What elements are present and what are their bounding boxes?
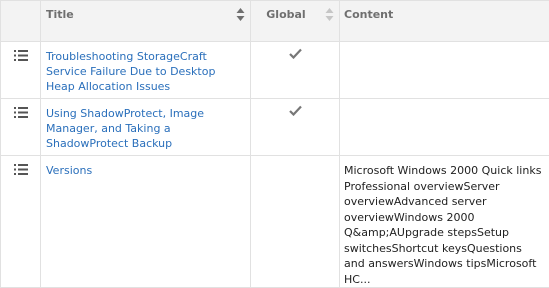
list-icon[interactable] xyxy=(14,107,28,118)
title-cell: Versions xyxy=(41,156,251,288)
checkmark-icon xyxy=(289,48,302,59)
article-title-link[interactable]: Troubleshooting StorageCraft Service Fai… xyxy=(41,42,250,94)
content-text: Microsoft Windows 2000 Quick links Profe… xyxy=(340,156,549,287)
row-handle-cell[interactable] xyxy=(1,156,41,288)
handle-column-header xyxy=(1,1,41,42)
row-handle-cell[interactable] xyxy=(1,99,41,156)
global-cell xyxy=(251,42,340,99)
article-title-link[interactable]: Versions xyxy=(41,156,250,178)
checkmark-icon xyxy=(289,105,302,116)
row-handle-cell[interactable] xyxy=(1,42,41,99)
content-column-header: Content xyxy=(340,1,549,42)
title-cell: Using ShadowProtect, Image Manager, and … xyxy=(41,99,251,156)
sort-icon[interactable] xyxy=(325,7,334,22)
list-icon[interactable] xyxy=(14,164,28,175)
content-text xyxy=(340,99,549,106)
global-cell xyxy=(251,156,340,288)
table-row[interactable]: Using ShadowProtect, Image Manager, and … xyxy=(1,99,549,156)
sort-icon[interactable] xyxy=(236,7,245,22)
content-cell xyxy=(340,42,549,99)
global-column-header[interactable]: Global xyxy=(251,1,340,42)
header-row: Title Global Content xyxy=(1,1,549,42)
list-icon[interactable] xyxy=(14,50,28,61)
title-cell: Troubleshooting StorageCraft Service Fai… xyxy=(41,42,251,99)
table-row[interactable]: Versions Microsoft Windows 2000 Quick li… xyxy=(1,156,549,288)
content-column-label: Content xyxy=(344,8,393,21)
table-row[interactable]: Troubleshooting StorageCraft Service Fai… xyxy=(1,42,549,99)
global-cell xyxy=(251,99,340,156)
content-cell: Microsoft Windows 2000 Quick links Profe… xyxy=(340,156,549,288)
content-text xyxy=(340,42,549,49)
global-column-label: Global xyxy=(266,8,305,21)
title-column-header[interactable]: Title xyxy=(41,1,251,42)
knowledge-table: Title Global Content xyxy=(0,0,549,288)
content-cell xyxy=(340,99,549,156)
title-column-label: Title xyxy=(46,8,74,21)
article-title-link[interactable]: Using ShadowProtect, Image Manager, and … xyxy=(41,99,250,151)
